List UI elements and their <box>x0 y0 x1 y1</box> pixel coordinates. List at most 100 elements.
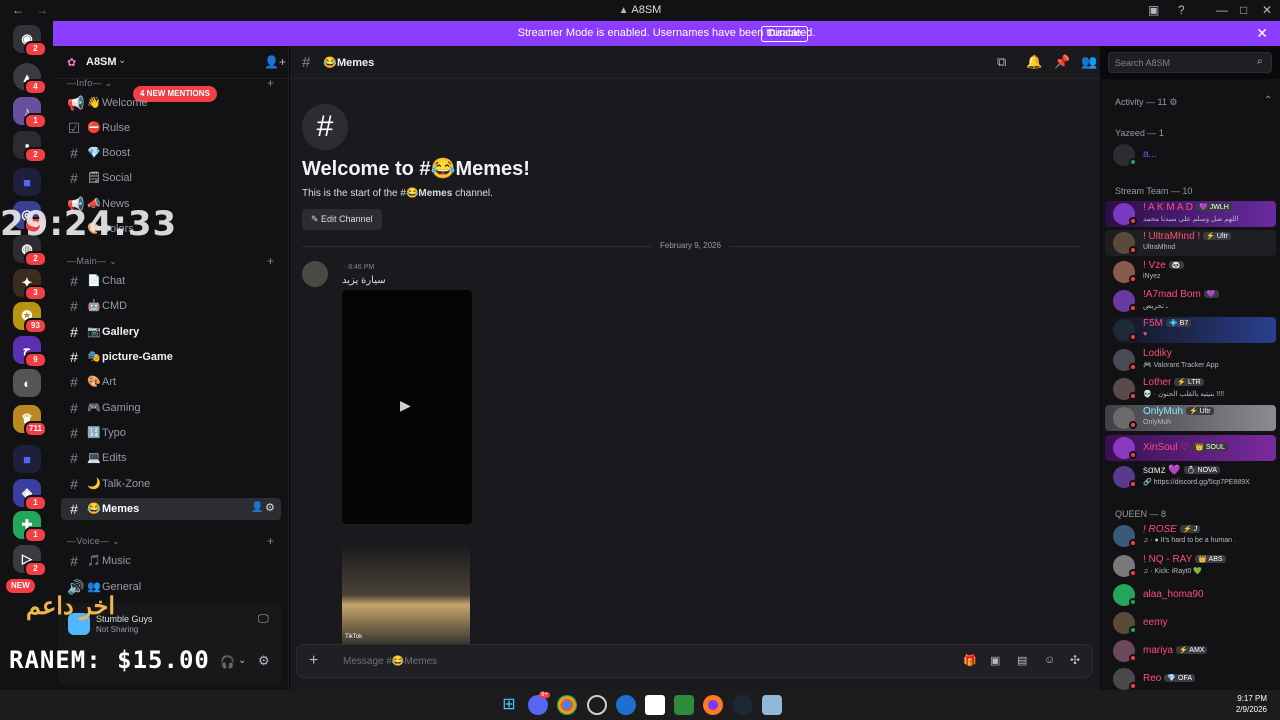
disable-button[interactable]: Disable <box>761 26 809 42</box>
channel-art[interactable]: # 🎨 Art <box>61 371 281 393</box>
minimize-button[interactable]: — <box>1216 3 1228 17</box>
member-row[interactable]: a... <box>1105 142 1276 168</box>
close-window-button[interactable]: ✕ <box>1262 3 1272 17</box>
new-unreads-pill[interactable]: NEW <box>6 579 35 593</box>
member-row[interactable]: Reo 💎 OFA <box>1105 666 1276 692</box>
member-row[interactable]: eemy <box>1105 610 1276 636</box>
channel-welcome[interactable]: 📢 👋 Welcome <box>61 92 281 114</box>
add-channel-icon[interactable]: + <box>267 534 274 548</box>
channel-gallery[interactable]: # 📷 Gallery <box>61 321 281 343</box>
channel-gaming[interactable]: # 🎮 Gaming <box>61 397 281 419</box>
emoji-icon[interactable]: ☺ <box>1044 654 1055 666</box>
video-attachment[interactable]: ▶ <box>342 290 472 524</box>
app-icon-10[interactable] <box>762 695 782 715</box>
server-a8sm[interactable]: ▲ 4 <box>13 63 47 95</box>
add-channel-icon[interactable]: + <box>267 254 274 268</box>
gear-icon[interactable]: ⚙ <box>1169 97 1177 107</box>
server-folder-icon-2[interactable]: ■ <box>13 445 41 473</box>
channel-social[interactable]: # 🗒 Social <box>61 167 281 189</box>
member-row[interactable]: ! Vze 🐼 iNyez <box>1105 259 1276 285</box>
server-icon-3[interactable]: ▪ 2 <box>13 131 47 163</box>
server-icon-9[interactable]: ح9 <box>13 336 47 368</box>
maximize-button[interactable]: □ <box>1240 3 1247 17</box>
channel-edits[interactable]: # 💻 Edits <box>61 447 281 469</box>
channel-rulse[interactable]: ☑ ⛔ Rulse <box>61 117 281 139</box>
message-input[interactable]: + Message #😂Memes 🎁 ▣ ▤ ☺ ✣ <box>296 644 1093 678</box>
member-list-icon[interactable]: 👥 <box>1081 54 1097 70</box>
gear-icon[interactable]: ⚙ <box>265 501 275 514</box>
headphones-icon[interactable]: 🎧 <box>220 655 235 669</box>
search-input[interactable]: Search A8SM ⌕ <box>1108 52 1272 73</box>
screen-share-icon[interactable]: 🖵 <box>258 613 269 626</box>
member-row[interactable]: !A7mad Bom 💜 ـ تحريض <box>1105 288 1276 314</box>
settings-gear-icon[interactable]: ⚙ <box>258 653 270 669</box>
apps-icon[interactable]: ✣ <box>1070 653 1080 667</box>
server-icon-10[interactable]: ◐ <box>13 369 41 397</box>
channel-typo[interactable]: # 🔢 Typo <box>61 422 281 444</box>
sticker-icon[interactable]: ▤ <box>1017 654 1027 667</box>
channel-picture-game[interactable]: # 🎭 picture-Game <box>61 346 281 368</box>
server-icon-2[interactable]: ♪ 1 <box>13 97 47 129</box>
server-icon-14[interactable]: ✚ 1 <box>13 511 47 543</box>
edit-channel-button[interactable]: ✎ Edit Channel <box>302 209 382 230</box>
discord-home-icon[interactable]: ◉ 2 <box>13 25 47 57</box>
member-row[interactable]: ѕαмz 💜 💍 NOVA 🔗 https://discord.gg/5cp7PE8… <box>1105 464 1276 490</box>
member-row[interactable]: ! UltraMhnd ! ⚡ Ultr UltraMhnd <box>1105 230 1276 256</box>
channel-memes[interactable]: # 😂 Memes 👤 ⚙ <box>61 498 281 520</box>
channel-boost[interactable]: # 💎 Boost <box>61 142 281 164</box>
member-row[interactable]: alaa_homa90 <box>1105 582 1276 608</box>
close-banner-icon[interactable]: ✕ <box>1256 25 1268 42</box>
author-avatar[interactable] <box>302 261 328 287</box>
category-voice[interactable]: —Voice— ⌄ <box>67 536 120 547</box>
bell-icon[interactable]: 🔔 <box>1026 54 1042 70</box>
server-folder-icon[interactable]: ■ <box>13 168 41 196</box>
server-icon-13[interactable]: ◈ 1 <box>13 479 47 511</box>
xbox-icon[interactable] <box>674 695 694 715</box>
clock-date[interactable]: 2/9/2026 <box>1227 705 1267 714</box>
app-icon-6[interactable] <box>645 695 665 715</box>
member-row[interactable]: F5M 💠 B7 ♥ <box>1105 317 1276 343</box>
clock-time[interactable]: 9:17 PM <box>1227 694 1267 703</box>
member-row[interactable]: Lodiky 🎮 Valorant Tracker App <box>1105 347 1276 373</box>
inbox-icon[interactable]: ▣ <box>1148 3 1159 17</box>
invite-icon[interactable]: 👤 <box>251 502 263 513</box>
play-icon[interactable]: ▶ <box>400 397 411 414</box>
channel-cmd[interactable]: # 🤖 CMD <box>61 295 281 317</box>
server-icon-15[interactable]: ▷ 2 <box>13 545 47 577</box>
start-menu-icon[interactable]: ⊞ <box>499 695 519 715</box>
member-row[interactable]: XinSoul ♡ 👑 SOUL <box>1105 435 1276 461</box>
gift-icon[interactable]: 🎁 <box>963 654 977 667</box>
category-info[interactable]: —Info— ⌄ <box>67 78 112 89</box>
chevron-down-icon[interactable]: ⌄ <box>238 655 246 666</box>
server-icon-11[interactable]: ♛ 711 <box>13 405 47 437</box>
gif-icon[interactable]: ▣ <box>990 654 1000 667</box>
channel-talk-zone[interactable]: # 🌙 Talk-Zone <box>61 473 281 495</box>
help-icon[interactable]: ? <box>1178 3 1185 17</box>
add-channel-icon[interactable]: + <box>267 76 274 90</box>
video-thumbnail[interactable]: TikTok <box>342 546 470 644</box>
server-icon-7[interactable]: ✦ 3 <box>13 269 47 301</box>
steam-icon[interactable] <box>733 695 753 715</box>
threads-icon[interactable]: ⧉ <box>997 54 1006 70</box>
chevron-up-icon[interactable]: ⌃ <box>1264 95 1272 106</box>
member-row[interactable]: mariya ⚡ AMX <box>1105 638 1276 664</box>
pin-icon[interactable]: 📌 <box>1054 54 1070 70</box>
channel-chat[interactable]: # 📄 Chat <box>61 270 281 292</box>
channel-music[interactable]: # 🎵 Music <box>61 550 281 572</box>
guild-header[interactable]: ✿ A8SM ⌄ 👤+ <box>53 46 289 79</box>
member-row[interactable]: ! ROSE ⚡ J ♫ · ● It's hard to be a human . <box>1105 523 1276 549</box>
member-row[interactable]: ! A K M A D 💜 JWLH اللهم صل وسلم على سيدنا… <box>1105 201 1276 227</box>
add-attachment-icon[interactable]: + <box>309 652 318 670</box>
category-main[interactable]: —Main— ⌄ <box>67 256 117 267</box>
chrome-icon[interactable] <box>557 695 577 715</box>
member-row[interactable]: OnlyMuh ⚡ Ultr OnlyMuh <box>1105 405 1276 431</box>
member-row[interactable]: ! NQ - RAY 👑 ABS ♫ · Kick: iRayt0 💚 <box>1105 553 1276 579</box>
member-row[interactable]: Lother ⚡ LTR 💀 · بنيتيه بالقلب الحنون !!!! <box>1105 376 1276 402</box>
server-icon-8[interactable]: ✪ 93 <box>13 302 47 334</box>
app-icon-4[interactable] <box>587 695 607 715</box>
invite-people-icon[interactable]: 👤+ <box>264 55 286 69</box>
discord-taskbar-icon[interactable]: 9+ <box>528 692 550 715</box>
app-icon-5[interactable] <box>616 695 636 715</box>
firefox-icon[interactable] <box>703 695 723 715</box>
activity-header[interactable]: Activity — 11 ⚙ <box>1115 97 1177 108</box>
